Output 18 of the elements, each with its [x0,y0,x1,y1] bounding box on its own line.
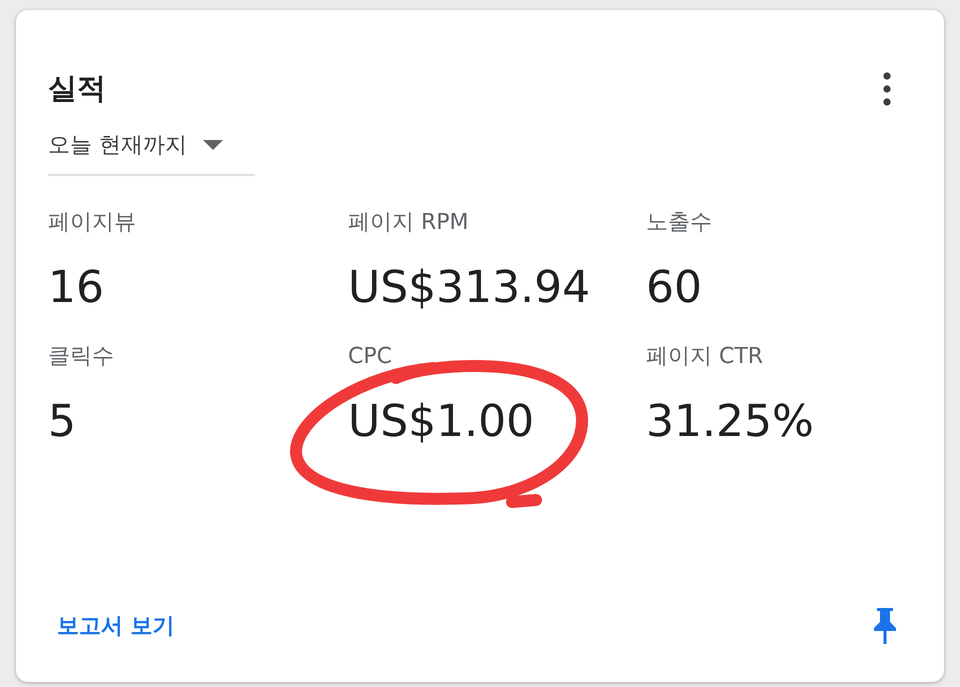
metric-value: US$313.94 [348,261,590,315]
metric-value: 5 [48,395,76,449]
metric-label: 페이지 CTR [646,343,764,371]
view-report-link[interactable]: 보고서 보기 [57,611,175,641]
metric-label: 페이지 RPM [348,209,470,237]
metric-value: 60 [646,261,702,315]
metric-label: 클릭수 [48,343,115,371]
metric-label: 페이지뷰 [48,209,137,237]
more-options-icon[interactable] [882,72,892,106]
metric-value: US$1.00 [348,394,534,450]
dropdown-caret-icon[interactable] [203,140,223,150]
metric-label: CPC [348,343,393,371]
metric-value: 16 [48,261,104,315]
card-title: 실적 [48,70,106,107]
pin-icon[interactable] [872,606,898,646]
metric-label: 노출수 [646,209,713,237]
period-dropdown[interactable]: 오늘 현재까지 [48,118,255,176]
metric-value: 31.25% [646,395,814,449]
